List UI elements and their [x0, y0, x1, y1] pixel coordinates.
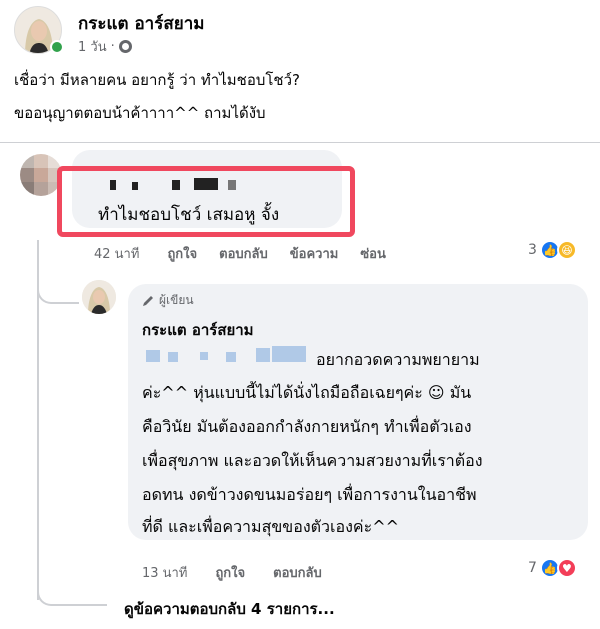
- reply-time[interactable]: 13 นาที: [142, 562, 187, 583]
- post-text-line-1: เชื่อว่า มีหลายคน อยากรู้ ว่า ทำไมชอบโชว…: [14, 71, 300, 89]
- post-text-line-2: ขออนุญาตตอบน้าค้าาาา^^ ถามได้งับ: [14, 104, 266, 122]
- reply-actions: 13 นาที ถูกใจ ตอบกลับ: [142, 562, 322, 583]
- online-status-dot: [50, 40, 64, 54]
- thread-connector: [37, 580, 107, 606]
- reply-text-line-2: ค่ะ^^ หุ่นแบบนี้ไม่ได้นั่งไถมือถือเฉยๆค่…: [142, 383, 472, 402]
- meta-separator: ·: [110, 39, 115, 54]
- haha-icon: 😆: [556, 240, 577, 260]
- love-icon: ♥: [556, 558, 577, 578]
- reply-reaction-count: 7: [528, 560, 537, 576]
- redacted-mention: [142, 346, 312, 364]
- reply-text-line-1: อยากอวดความพยายาม: [316, 350, 480, 369]
- like-button[interactable]: ถูกใจ: [167, 243, 197, 264]
- comment-reactions[interactable]: 3 👍 😆: [528, 240, 577, 260]
- reply-like-button[interactable]: ถูกใจ: [215, 562, 245, 583]
- reply-author-avatar[interactable]: [82, 280, 116, 314]
- reply-reactions[interactable]: 7 👍 ♥: [528, 558, 577, 578]
- reply-text-line-5: อดทน งดข้าวงดขนมอร่อยๆ เพื่อการงานในอาชี…: [142, 485, 477, 504]
- post-author-name[interactable]: กระแต อาร์สยาม: [78, 10, 204, 37]
- reply-reply-button[interactable]: ตอบกลับ: [273, 562, 322, 583]
- reply-author-name[interactable]: กระแต อาร์สยาม: [142, 318, 254, 342]
- author-badge-label: ผู้เขียน: [159, 293, 194, 307]
- reply-text-line-3: คือวินัย มันต้องออกกำลังกายหนักๆ ทำเพื่อ…: [142, 417, 472, 436]
- author-badge: ผู้เขียน: [142, 291, 194, 310]
- reaction-count: 3: [528, 242, 537, 258]
- view-more-replies-link[interactable]: ดูข้อความตอบกลับ 4 รายการ...: [124, 597, 335, 621]
- comment-actions: 42 นาที ถูกใจ ตอบกลับ ข้อความ ซ่อน: [94, 243, 386, 264]
- post-time[interactable]: 1 วัน: [78, 36, 107, 57]
- thread-connector: [37, 268, 79, 304]
- divider: [0, 142, 600, 143]
- highlight-box: [57, 166, 355, 237]
- reply-text-line-6: ที่ดี และเพื่อความสุขของตัวเองค่ะ^^: [142, 517, 400, 536]
- pencil-icon: [143, 296, 153, 306]
- comment-time[interactable]: 42 นาที: [94, 243, 139, 264]
- commenter-avatar[interactable]: [20, 154, 62, 196]
- message-button[interactable]: ข้อความ: [290, 243, 339, 264]
- reply-button[interactable]: ตอบกลับ: [219, 243, 268, 264]
- post-meta: 1 วัน ·: [78, 36, 132, 57]
- reply-text-line-4: เพื่อสุขภาพ และอวดให้เห็นความสวยงามที่เร…: [142, 451, 483, 470]
- globe-icon: [118, 40, 132, 53]
- hide-button[interactable]: ซ่อน: [360, 243, 386, 264]
